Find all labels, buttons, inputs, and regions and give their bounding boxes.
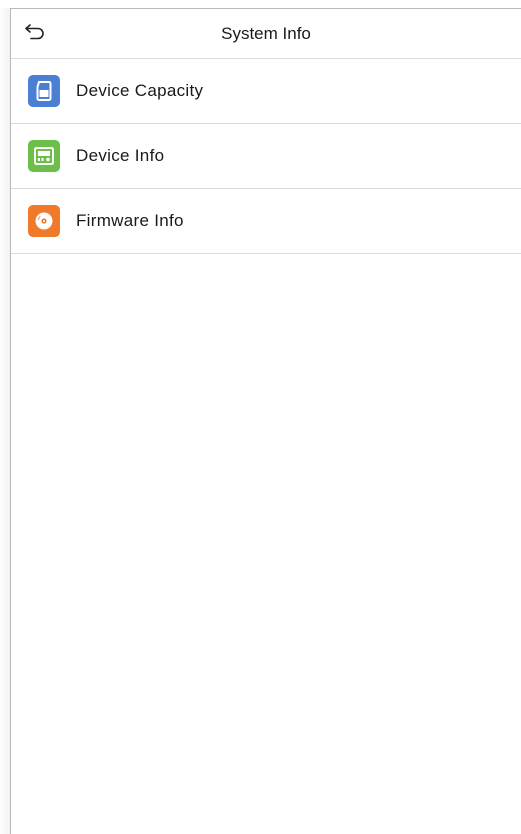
left-edge-shadow [0,8,10,834]
header-bar: System Info [11,9,521,59]
system-info-menu: Device Capacity Device Info Firmware Inf… [11,59,521,254]
back-arrow-icon [24,22,46,45]
menu-item-device-info[interactable]: Device Info [11,124,521,189]
back-button[interactable] [21,19,49,47]
menu-item-label: Firmware Info [76,211,184,230]
menu-item-device-capacity[interactable]: Device Capacity [11,59,521,124]
menu-item-label: Device Capacity [76,81,204,100]
system-info-screen: System Info Device Capacity Device Info … [10,8,521,834]
page-title: System Info [221,24,311,43]
disc-icon [28,205,60,237]
menu-item-label: Device Info [76,146,165,165]
device-info-icon [28,140,60,172]
sd-card-icon [28,75,60,107]
menu-item-firmware-info[interactable]: Firmware Info [11,189,521,254]
